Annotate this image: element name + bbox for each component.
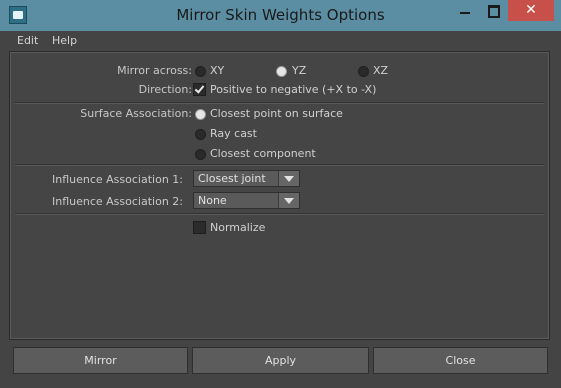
- menu-bar: Edit Help: [0, 31, 561, 51]
- apply-button[interactable]: Apply: [192, 347, 369, 374]
- influence-association-2-value: None: [198, 194, 227, 207]
- influence-association-1-value: Closest joint: [198, 172, 266, 185]
- separator: [15, 164, 544, 166]
- surface-closest-component-radio[interactable]: [195, 149, 206, 160]
- mirror-xz-label[interactable]: XZ: [373, 64, 388, 77]
- separator: [15, 213, 544, 215]
- influence-association-1-dropdown[interactable]: Closest joint: [193, 170, 300, 187]
- direction-checkbox-label[interactable]: Positive to negative (+X to -X): [210, 83, 376, 96]
- mirror-yz-radio[interactable]: [276, 66, 287, 77]
- surface-ray-cast-label[interactable]: Ray cast: [210, 127, 257, 140]
- separator: [15, 102, 544, 104]
- options-panel: Mirror across: XY YZ XZ Direction: Posit…: [9, 51, 550, 340]
- menu-help[interactable]: Help: [52, 34, 77, 47]
- minimize-icon[interactable]: [452, 0, 478, 21]
- influence-association-2-dropdown[interactable]: None: [193, 192, 300, 209]
- surface-closest-point-label[interactable]: Closest point on surface: [210, 107, 343, 120]
- normalize-label[interactable]: Normalize: [210, 221, 265, 234]
- influence-association-1-label: Influence Association 1:: [51, 173, 183, 186]
- maximize-icon[interactable]: [480, 0, 506, 21]
- surface-ray-cast-radio[interactable]: [195, 129, 206, 140]
- influence-association-2-label: Influence Association 2:: [51, 195, 183, 208]
- close-window-button[interactable]: ✕: [508, 0, 554, 21]
- mirror-xy-label[interactable]: XY: [210, 64, 224, 77]
- direction-checkbox[interactable]: [193, 83, 206, 96]
- chevron-down-icon[interactable]: [278, 171, 299, 186]
- mirror-xz-radio[interactable]: [358, 66, 369, 77]
- mirror-across-label: Mirror across:: [117, 64, 192, 77]
- direction-label: Direction:: [138, 83, 192, 96]
- normalize-checkbox[interactable]: [193, 221, 206, 234]
- surface-association-label: Surface Association:: [80, 107, 192, 120]
- chevron-down-icon[interactable]: [278, 193, 299, 208]
- mirror-button[interactable]: Mirror: [13, 347, 188, 374]
- surface-closest-component-label[interactable]: Closest component: [210, 147, 316, 160]
- title-bar[interactable]: Mirror Skin Weights Options ✕: [0, 0, 561, 31]
- surface-closest-point-radio[interactable]: [195, 109, 206, 120]
- mirror-yz-label[interactable]: YZ: [292, 64, 306, 77]
- close-button[interactable]: Close: [373, 347, 548, 374]
- menu-edit[interactable]: Edit: [17, 34, 38, 47]
- mirror-xy-radio[interactable]: [195, 66, 206, 77]
